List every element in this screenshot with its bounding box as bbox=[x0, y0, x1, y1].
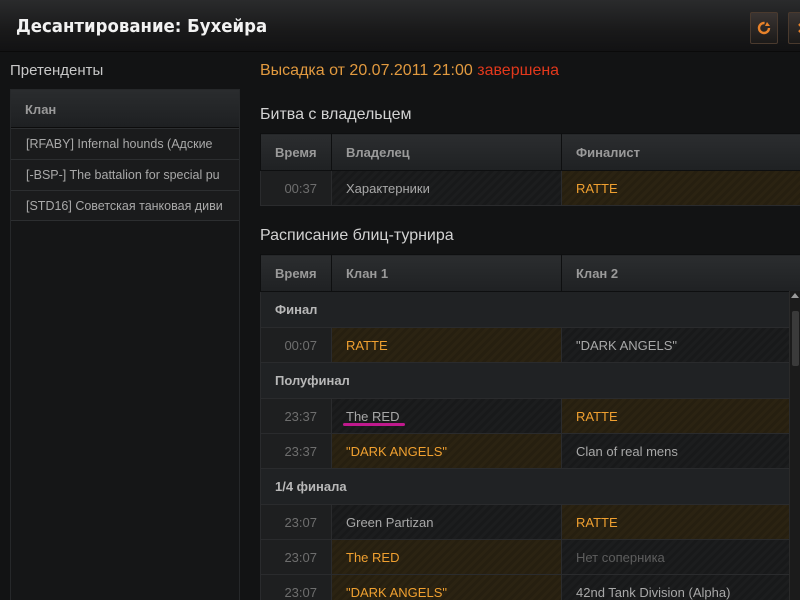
refresh-button[interactable] bbox=[750, 12, 778, 44]
clan2-cell[interactable]: 42nd Tank Division (Alpha) bbox=[561, 574, 800, 600]
clan-column-header: Клан bbox=[11, 90, 239, 128]
clan1-cell[interactable]: The RED bbox=[331, 539, 562, 575]
owner-column-header: Владелец bbox=[331, 133, 562, 171]
round-label: Полуфинал bbox=[260, 362, 800, 399]
clan1-cell[interactable]: RATTE bbox=[331, 327, 562, 363]
round-header-final: Финал bbox=[260, 291, 800, 328]
tournament-title: Расписание блиц-турнира bbox=[260, 227, 454, 244]
clan1-column-header: Клан 1 bbox=[331, 254, 562, 292]
clan-list-item[interactable]: [STD16] Советская танковая диви bbox=[11, 190, 239, 221]
landing-state: завершена bbox=[477, 62, 560, 79]
table-row: 23:37 The RED RATTE bbox=[260, 398, 800, 434]
clan2-column-header: Клан 2 bbox=[561, 254, 800, 292]
finalist-column-header: Финалист bbox=[561, 133, 800, 171]
clan2-cell[interactable]: Clan of real mens bbox=[561, 433, 800, 469]
finalist-clan[interactable]: RATTE bbox=[561, 170, 800, 206]
clan2-cell[interactable]: RATTE bbox=[561, 398, 800, 434]
table-row: 00:37 Характерники RATTE bbox=[260, 170, 800, 206]
contenders-heading: Претенденты bbox=[10, 62, 104, 79]
match-time: 23:07 bbox=[260, 539, 332, 575]
clan-list-item[interactable]: [-BSP-] The battalion for special pu bbox=[11, 159, 239, 190]
refresh-icon bbox=[757, 21, 771, 35]
table-row: 23:07 The RED Нет соперника bbox=[260, 539, 800, 575]
owner-battle-table: Время Владелец Финалист 00:37 Характерни… bbox=[260, 133, 800, 206]
clan1-cell[interactable]: Green Partizan bbox=[331, 504, 562, 540]
match-time: 23:37 bbox=[260, 398, 332, 434]
landing-status: Высадка от 20.07.2011 21:00 завершена bbox=[260, 62, 559, 80]
time-column-header: Время bbox=[260, 133, 332, 171]
table-row: 00:07 RATTE "DARK ANGELS" bbox=[260, 327, 800, 363]
annotation-underline bbox=[343, 423, 405, 426]
clan-list-item[interactable]: [RFABY] Infernal hounds (Адские bbox=[11, 128, 239, 159]
tournament-table: Время Клан 1 Клан 2 Финал 00:07 RATTE "D… bbox=[260, 254, 800, 600]
battle-time: 00:37 bbox=[260, 170, 332, 206]
clan2-cell[interactable]: RATTE bbox=[561, 504, 800, 540]
clan2-cell: Нет соперника bbox=[561, 539, 800, 575]
round-header-quarterfinal: 1/4 финала bbox=[260, 468, 800, 505]
title-bar: Десантирование: Бухейра bbox=[0, 0, 800, 52]
window-title: Десантирование: Бухейра bbox=[16, 16, 268, 37]
clan1-cell[interactable]: "DARK ANGELS" bbox=[331, 433, 562, 469]
time-column-header: Время bbox=[260, 254, 332, 292]
match-time: 23:37 bbox=[260, 433, 332, 469]
round-label: 1/4 финала bbox=[260, 468, 800, 505]
scroll-thumb[interactable] bbox=[792, 311, 799, 366]
owner-battle-title: Битва с владельцем bbox=[260, 106, 412, 123]
round-header-semifinal: Полуфинал bbox=[260, 362, 800, 399]
table-row: 23:37 "DARK ANGELS" Clan of real mens bbox=[260, 433, 800, 469]
landing-date: Высадка от 20.07.2011 21:00 bbox=[260, 62, 473, 79]
owner-clan[interactable]: Характерники bbox=[331, 170, 562, 206]
clan2-cell[interactable]: "DARK ANGELS" bbox=[561, 327, 800, 363]
scroll-up-icon[interactable] bbox=[791, 293, 799, 298]
clan1-cell[interactable]: "DARK ANGELS" bbox=[331, 574, 562, 600]
match-time: 00:07 bbox=[260, 327, 332, 363]
clan1-cell[interactable]: The RED bbox=[331, 398, 562, 434]
contenders-panel: Клан [RFABY] Infernal hounds (Адские [-B… bbox=[10, 89, 240, 600]
match-time: 23:07 bbox=[260, 574, 332, 600]
tournament-scrollbar[interactable] bbox=[789, 291, 800, 600]
match-time: 23:07 bbox=[260, 504, 332, 540]
round-label: Финал bbox=[260, 291, 800, 328]
table-row: 23:07 Green Partizan RATTE bbox=[260, 504, 800, 540]
table-row: 23:07 "DARK ANGELS" 42nd Tank Division (… bbox=[260, 574, 800, 600]
close-button[interactable] bbox=[788, 12, 800, 44]
